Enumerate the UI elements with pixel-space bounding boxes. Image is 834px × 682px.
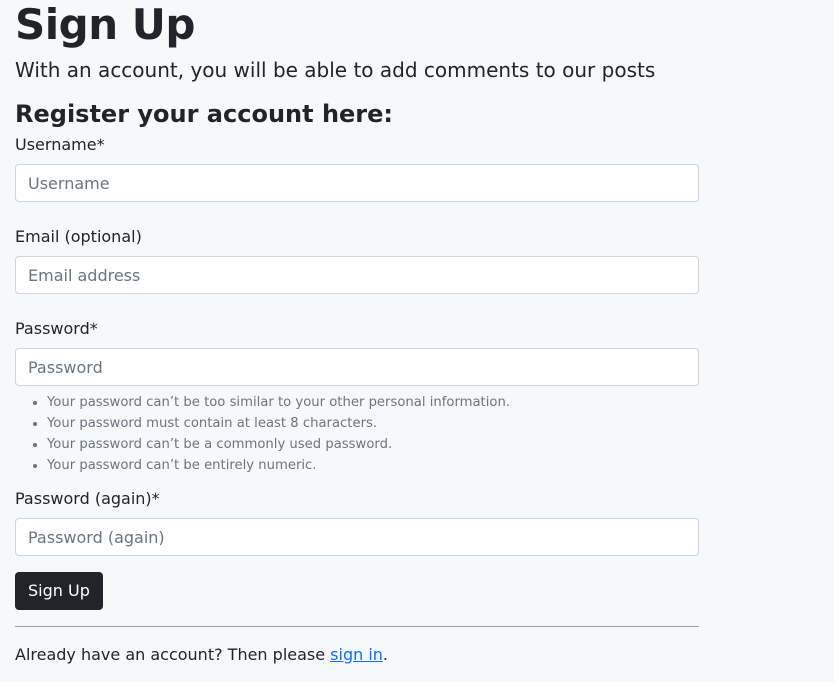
password-help-item: Your password can’t be too similar to yo… (47, 392, 699, 413)
username-field-container (15, 164, 699, 202)
field-spacer (15, 476, 699, 483)
password-help-item: Your password must contain at least 8 ch… (47, 413, 699, 434)
email-label: Email (optional) (15, 227, 142, 246)
username-label: Username* (15, 135, 105, 154)
field-spacer (15, 294, 699, 313)
password-again-input[interactable] (16, 519, 698, 555)
password-input[interactable] (16, 349, 698, 385)
section-title: Register your account here: (15, 100, 394, 128)
footer-divider (15, 626, 699, 627)
password-help-list: Your password can’t be too similar to yo… (15, 392, 699, 476)
signin-prompt-text: Already have an account? Then please (15, 645, 331, 664)
password-help-item: Your password can’t be a commonly used p… (47, 434, 699, 455)
intro-text: With an account, you will be able to add… (15, 58, 656, 82)
signup-page: Sign Up With an account, you will be abl… (0, 0, 834, 682)
password-again-label: Password (again)* (15, 489, 160, 508)
signin-link[interactable]: sign in (330, 645, 383, 664)
field-spacer (15, 202, 699, 221)
page-title: Sign Up (15, 0, 195, 49)
signup-button[interactable]: Sign Up (15, 572, 103, 610)
signin-prompt-period: . (382, 645, 389, 664)
signin-prompt: Already have an account? Then please sig… (15, 645, 819, 665)
username-input[interactable] (16, 165, 698, 201)
email-input[interactable] (16, 257, 698, 293)
password-field-container (15, 348, 699, 386)
password-label: Password* (15, 319, 98, 338)
password-help-item: Your password can’t be entirely numeric. (47, 455, 699, 476)
signup-form: Username* Email (optional) Password* You… (15, 135, 699, 610)
email-field-container (15, 256, 699, 294)
password-again-field-container (15, 518, 699, 556)
